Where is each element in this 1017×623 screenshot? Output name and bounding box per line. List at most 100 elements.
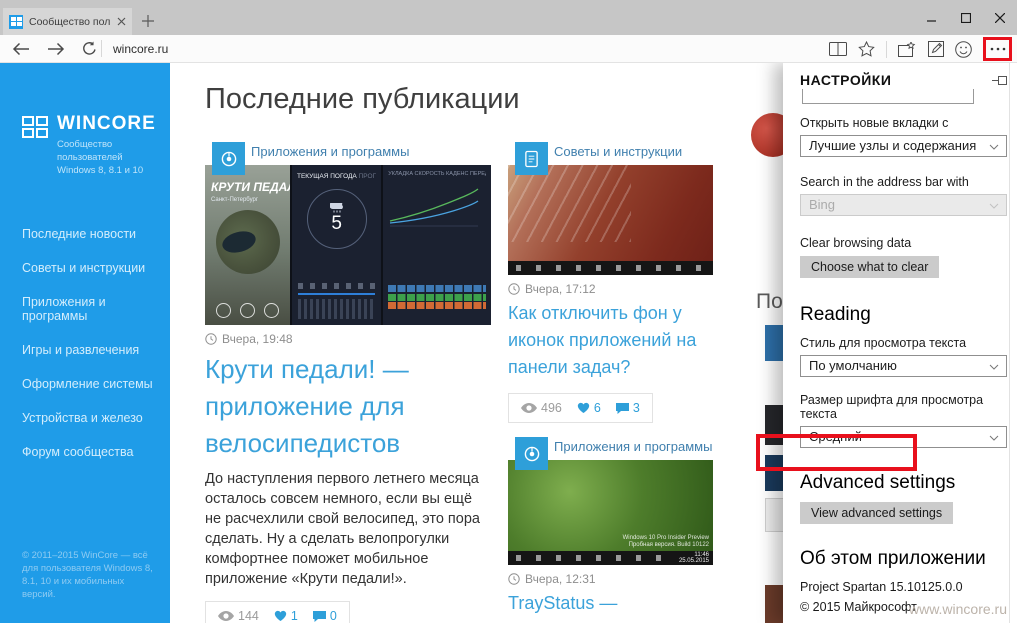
comments-counter[interactable]: 3 (616, 401, 640, 415)
window-maximize-button[interactable] (961, 13, 971, 23)
sidebar-item-themes[interactable]: Оформление системы (0, 367, 170, 401)
article-category-link[interactable]: Приложения и программы (251, 142, 491, 165)
address-bar-divider (101, 40, 102, 57)
refresh-button[interactable] (82, 41, 97, 56)
article-title-link[interactable]: TrayStatus — индикаторы клавиатуры в сис… (508, 590, 713, 623)
article-image[interactable] (508, 165, 713, 275)
web-note-icon[interactable] (928, 41, 944, 57)
reading-view-icon[interactable] (829, 42, 847, 56)
likes-counter[interactable]: 6 (577, 401, 601, 415)
browser-tab[interactable]: Сообщество пользовате… (3, 8, 132, 35)
popular-thumbnail[interactable] (765, 325, 785, 361)
feedback-smiley-icon[interactable] (955, 41, 972, 58)
article-excerpt: До наступления первого летнего месяца ос… (205, 469, 491, 589)
popular-thumbnail[interactable] (765, 498, 785, 532)
reading-style-dropdown[interactable]: По умолчанию (800, 355, 1007, 377)
collage-map-circle (216, 210, 280, 274)
article-category-link[interactable]: Советы и инструкции (554, 142, 713, 165)
sidebar-copyright: © 2011–2015 WinCore — всё для пользовате… (22, 549, 158, 601)
popular-heading-fragment: По (756, 290, 783, 314)
category-badge-apps[interactable] (515, 437, 548, 470)
taskbar-date: 25.05.2015 (679, 558, 709, 564)
article-category-link[interactable]: Приложения и программы (554, 437, 713, 460)
about-app-version: Project Spartan 15.10125.0.0 (800, 580, 1007, 594)
chevron-down-icon (989, 435, 999, 441)
sidebar-item-news[interactable]: Последние новости (0, 217, 170, 251)
collage-app-title: КРУТИ ПЕДАЛ (211, 181, 284, 194)
about-section-heading: Об этом приложении (800, 548, 1007, 570)
article-stats: 144 1 0 (205, 601, 350, 623)
page-title: Последние публикации (205, 83, 520, 116)
clock-icon (508, 283, 520, 295)
category-badge-tips[interactable] (515, 142, 548, 175)
window-minimize-button[interactable] (927, 13, 937, 23)
comments-counter[interactable]: 0 (313, 609, 337, 623)
annotation-box-more (983, 37, 1012, 61)
clear-data-label: Clear browsing data (800, 236, 1007, 250)
tab-bar: Сообщество пользовате… (0, 0, 1017, 35)
sidebar-item-forum[interactable]: Форум сообщества (0, 435, 170, 469)
article-stats: 496 6 3 (508, 393, 653, 423)
article-image[interactable]: Windows 10 Pro Insider Preview Пробная в… (508, 460, 713, 565)
search-provider-dropdown: Bing (800, 194, 1007, 216)
article-title-link[interactable]: Крути педали! — приложение для велосипед… (205, 351, 491, 462)
tab-close-icon[interactable] (117, 17, 126, 26)
sidebar-item-apps[interactable]: Приложения и программы (0, 285, 170, 333)
popular-thumbnail[interactable] (765, 585, 785, 623)
build-watermark-1: Windows 10 Pro Insider Preview (623, 535, 709, 542)
screenshot-taskbar (508, 261, 713, 275)
back-button[interactable] (12, 42, 30, 56)
site-watermark: www.wincore.ru (909, 601, 1007, 617)
forward-button[interactable] (47, 42, 65, 56)
article-card-3: Приложения и программы Windows 10 Pro In… (508, 437, 713, 623)
new-tab-button[interactable] (142, 14, 154, 32)
article-card-1: Приложения и программы КРУТИ ПЕДАЛ Санкт… (205, 142, 491, 623)
reading-section-heading: Reading (800, 304, 1007, 326)
view-advanced-settings-button[interactable]: View advanced settings (800, 502, 953, 524)
likes-counter[interactable]: 1 (274, 609, 298, 623)
weather-temp-circle: 5 (307, 189, 367, 249)
browser-toolbar: wincore.ru (0, 35, 1017, 63)
chart-tabs: УКЛАДКА СКОРОСТЬ КАДЕНС ПЕРЕДАТОЧНЫЕ ЧИС… (388, 171, 486, 177)
window-close-button[interactable] (995, 13, 1005, 23)
collage-app-screen: КРУТИ ПЕДАЛ Санкт-Петербург (205, 165, 290, 325)
hub-icon[interactable] (898, 42, 917, 57)
heart-icon (577, 402, 590, 414)
weather-tab-active: ТЕКУЩАЯ ПОГОДА (297, 173, 357, 180)
open-tabs-dropdown[interactable]: Лучшие узлы и содержания (800, 135, 1007, 157)
eye-icon (218, 611, 234, 621)
search-provider-label: Search in the address bar with (800, 175, 1007, 189)
site-logo[interactable]: WINCORE Сообщество пользователей Windows… (22, 113, 170, 177)
article-card-2: Советы и инструкции Вчера, 17:12 Как отк… (508, 142, 713, 423)
reading-style-label: Стиль для просмотра текста (800, 336, 1007, 350)
settings-header: НАСТРОЙКИ (800, 72, 891, 88)
sidebar-item-tips[interactable]: Советы и инструкции (0, 251, 170, 285)
logo-title: WINCORE (57, 113, 170, 135)
collage-chart-screen: УКЛАДКА СКОРОСТЬ КАДЕНС ПЕРЕДАТОЧНЫЕ ЧИС… (383, 165, 491, 325)
advanced-section-heading: Advanced settings (800, 472, 1007, 494)
partial-dropdown[interactable] (802, 89, 974, 104)
category-badge-apps[interactable] (212, 142, 245, 175)
address-bar[interactable]: wincore.ru (113, 42, 168, 56)
chevron-down-icon (989, 203, 999, 209)
comment-icon (616, 403, 629, 414)
views-counter: 496 (521, 401, 562, 415)
favorites-star-icon[interactable] (858, 41, 875, 57)
weather-tab-inactive: ПРОГНОЗ НА НЕДЕЛЮ (359, 173, 377, 180)
settings-panel: НАСТРОЙКИ Открыть новые вкладки с Лучшие… (783, 63, 1017, 623)
views-counter: 144 (218, 609, 259, 623)
collage-app-location: Санкт-Петербург (211, 197, 284, 203)
article-image-collage[interactable]: КРУТИ ПЕДАЛ Санкт-Петербург ТЕКУЩАЯ ПОГО… (205, 165, 491, 325)
more-actions-icon[interactable] (990, 47, 1006, 51)
tab-title: Сообщество пользовате… (29, 16, 111, 28)
annotation-box-advanced (756, 434, 917, 471)
pin-icon[interactable] (992, 76, 1007, 85)
article-title-link[interactable]: Как отключить фон у иконок приложений на… (508, 300, 713, 381)
sidebar-item-devices[interactable]: Устройства и железо (0, 401, 170, 435)
screenshot-taskbar: 11:46 25.05.2015 (508, 551, 713, 565)
chevron-down-icon (989, 364, 999, 370)
logo-subtitle-1: Сообщество пользователей (57, 138, 170, 164)
sidebar-item-games[interactable]: Игры и развлечения (0, 333, 170, 367)
article-date: Вчера, 19:48 (222, 332, 293, 346)
choose-what-to-clear-button[interactable]: Choose what to clear (800, 256, 939, 278)
